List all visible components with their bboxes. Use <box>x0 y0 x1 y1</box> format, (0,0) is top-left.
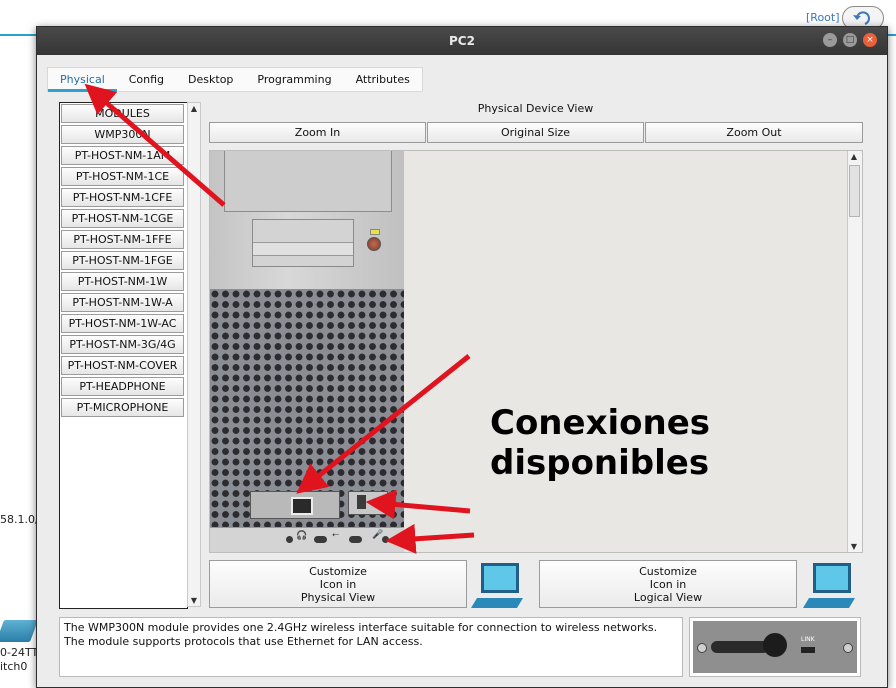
annotation-arrows <box>84 83 475 554</box>
arrow-to-physical-tab <box>84 83 226 207</box>
arrow-to-module-slot <box>365 489 471 520</box>
arrow-to-ethernet-port <box>296 354 471 494</box>
arrow-to-io-panel <box>385 523 475 554</box>
